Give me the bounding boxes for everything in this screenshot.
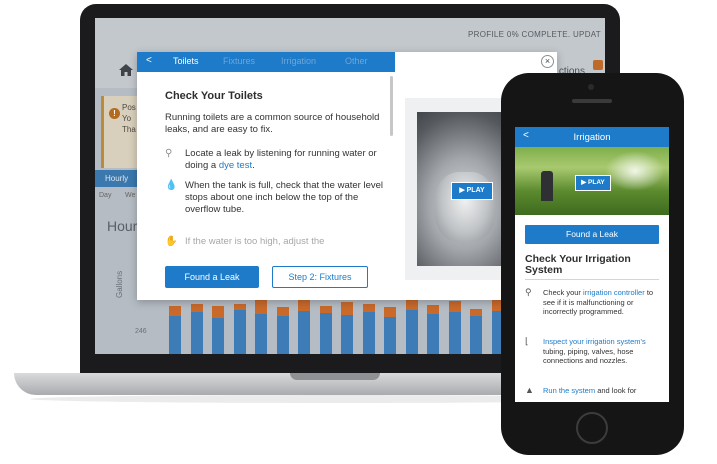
step-check-water-level: 💧 When the tank is full, check that the … bbox=[165, 180, 385, 216]
usage-bar-segment bbox=[384, 307, 396, 317]
usage-bar-segment bbox=[427, 305, 439, 314]
usage-bar[interactable] bbox=[427, 305, 439, 354]
irrigation-controller-link[interactable]: irrigation controller bbox=[583, 288, 645, 297]
step-text: Locate a leak by listening for running w… bbox=[185, 148, 377, 171]
run-system-link[interactable]: Run the system bbox=[543, 386, 595, 395]
step-text: and look for bbox=[595, 386, 637, 395]
usage-bar-segment bbox=[212, 306, 224, 318]
phone-header: Irrigation < bbox=[515, 127, 669, 147]
usage-bar-segment bbox=[298, 300, 310, 311]
step-check-controller: ⚲ Check your irrigation controller to se… bbox=[525, 287, 659, 317]
back-arrow-icon[interactable]: < bbox=[523, 130, 529, 141]
tab-irrigation[interactable]: Irrigation bbox=[281, 56, 316, 66]
usage-bar[interactable] bbox=[405, 298, 418, 354]
modal-title: Check Your Toilets bbox=[165, 90, 263, 102]
step-locate-leak: ⚲ Locate a leak by listening for running… bbox=[165, 148, 385, 172]
phone-title: Irrigation bbox=[573, 132, 611, 143]
usage-bar-segment bbox=[448, 301, 461, 312]
home-icon[interactable] bbox=[119, 64, 133, 76]
usage-bar[interactable] bbox=[298, 300, 310, 354]
usage-bar[interactable] bbox=[319, 306, 332, 354]
back-arrow-icon[interactable]: < bbox=[146, 55, 152, 66]
hand-icon: ✋ bbox=[165, 236, 178, 247]
profile-complete-link[interactable]: PROFILE 0% COMPLETE. UPDAT bbox=[468, 30, 601, 39]
usage-bar-segment bbox=[255, 300, 267, 314]
y-tick-label: 246 bbox=[135, 328, 147, 335]
usage-bar[interactable] bbox=[169, 306, 181, 354]
phone-screen: Irrigation < ▶ PLAY Found a Leak Check Y… bbox=[515, 127, 669, 402]
step-inspect-system: ⌊ Inspect your irrigation system's tubin… bbox=[525, 336, 659, 366]
toilets-modal: < Toilets Fixtures Irrigation Other Chec… bbox=[137, 52, 557, 300]
tab-hourly[interactable]: Hourly bbox=[95, 170, 143, 187]
divider bbox=[525, 279, 659, 280]
sprinkler-spray bbox=[605, 151, 665, 191]
search-icon: ⚲ bbox=[165, 148, 173, 159]
tab-other[interactable]: Other bbox=[345, 56, 368, 66]
step-text: When the tank is full, check that the wa… bbox=[185, 180, 384, 215]
usage-bar-segment bbox=[190, 304, 203, 312]
tab-fixtures[interactable]: Fixtures bbox=[223, 56, 255, 66]
usage-bar[interactable] bbox=[233, 304, 246, 354]
usage-bar-segment bbox=[319, 306, 332, 313]
laptop-notch bbox=[290, 373, 380, 380]
step-text: . bbox=[252, 160, 255, 171]
step-run-system: ▲ Run the system and look for bbox=[525, 385, 659, 396]
step-text: tubing, piping, valves, hose connections… bbox=[543, 346, 634, 366]
usage-bar-segment bbox=[276, 307, 289, 316]
usage-bar[interactable] bbox=[341, 302, 353, 354]
play-button[interactable]: ▶ PLAY bbox=[451, 182, 493, 200]
y-axis-label: Gallons bbox=[115, 270, 124, 298]
drop-icon: 💧 bbox=[165, 180, 178, 191]
found-leak-button[interactable]: Found a Leak bbox=[525, 225, 659, 244]
usage-bar[interactable] bbox=[362, 304, 375, 354]
modal-intro: Running toilets are a common source of h… bbox=[165, 112, 380, 135]
usage-bar-segment bbox=[341, 302, 353, 315]
found-leak-button[interactable]: Found a Leak bbox=[165, 266, 259, 288]
usage-bar-segment bbox=[362, 304, 375, 312]
usage-bar-segment bbox=[233, 304, 246, 310]
sprinkler-image bbox=[541, 171, 553, 201]
usage-bar[interactable] bbox=[470, 309, 482, 354]
dye-test-link[interactable]: dye test bbox=[219, 160, 252, 171]
usage-bar-segment bbox=[169, 306, 181, 316]
irrigation-video-thumbnail[interactable]: ▶ PLAY bbox=[515, 147, 669, 215]
play-button[interactable]: ▶ PLAY bbox=[575, 175, 611, 191]
usage-bar[interactable] bbox=[448, 301, 461, 354]
step-text: Check your bbox=[543, 288, 584, 297]
step-adjust-water: ✋ If the water is too high, adjust the bbox=[165, 236, 385, 248]
modal-scrollbar[interactable] bbox=[390, 76, 393, 136]
phone-speaker bbox=[572, 99, 612, 103]
step-text: If the water is too high, adjust the bbox=[185, 236, 325, 247]
tab-day[interactable]: Day bbox=[99, 192, 111, 199]
phone-heading: Check Your Irrigation System bbox=[525, 253, 631, 276]
next-step-button[interactable]: Step 2: Fixtures bbox=[272, 266, 368, 288]
sprinkler-icon: ▲ bbox=[525, 385, 534, 395]
actions-badge bbox=[593, 60, 603, 70]
alert-icon: ! bbox=[109, 108, 120, 119]
usage-bar[interactable] bbox=[212, 306, 224, 354]
usage-bar[interactable] bbox=[384, 307, 396, 354]
usage-bar[interactable] bbox=[255, 300, 267, 354]
modal-tab-bar: < Toilets Fixtures Irrigation Other bbox=[137, 52, 395, 72]
close-icon[interactable]: × bbox=[541, 55, 554, 68]
search-icon: ⚲ bbox=[525, 287, 532, 297]
phone-camera bbox=[588, 84, 594, 90]
phone-home-button[interactable] bbox=[576, 412, 608, 444]
wrench-icon: ⌊ bbox=[525, 336, 529, 346]
usage-bar[interactable] bbox=[190, 304, 203, 354]
usage-bar-segment bbox=[470, 309, 482, 316]
tab-week[interactable]: We bbox=[125, 192, 135, 199]
inspect-system-link[interactable]: Inspect your irrigation system's bbox=[543, 337, 646, 346]
chart-heading: Hour bbox=[107, 218, 138, 234]
tab-toilets[interactable]: Toilets bbox=[173, 56, 199, 66]
usage-bar[interactable] bbox=[276, 307, 289, 354]
